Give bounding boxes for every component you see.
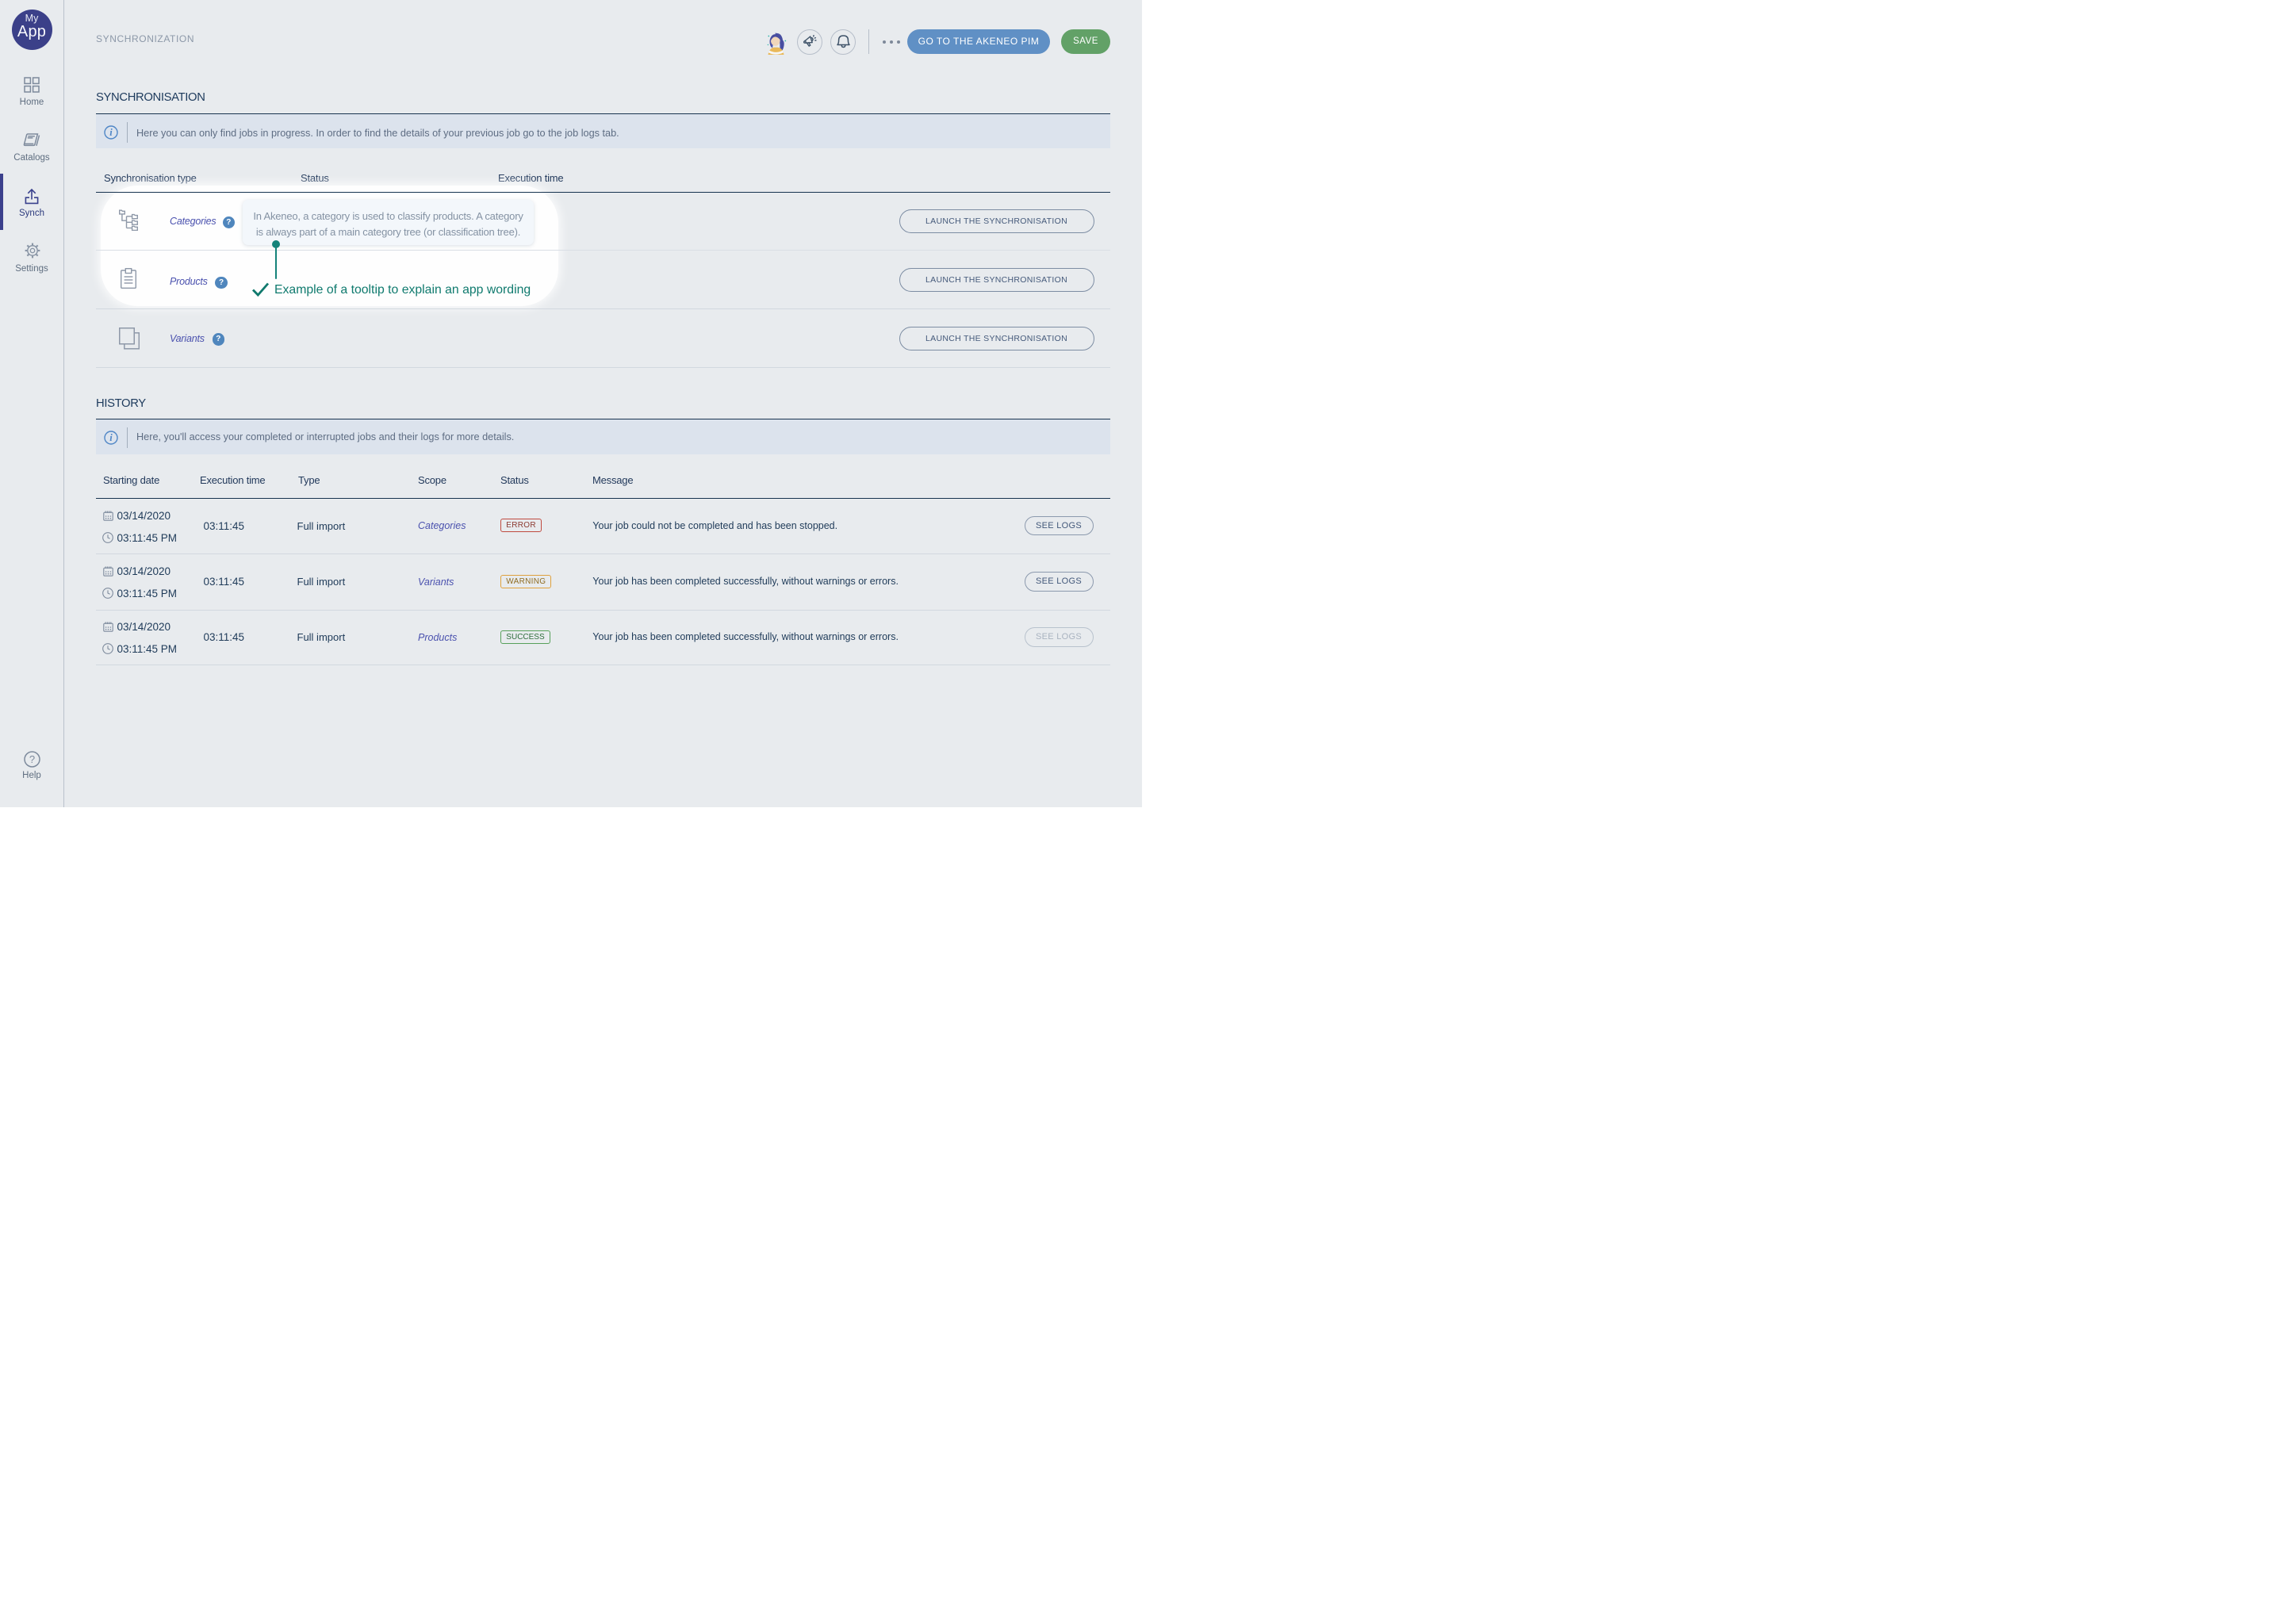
svg-text:i: i: [109, 127, 113, 138]
svg-text:i: i: [109, 432, 113, 443]
svg-text:?: ?: [29, 753, 35, 765]
